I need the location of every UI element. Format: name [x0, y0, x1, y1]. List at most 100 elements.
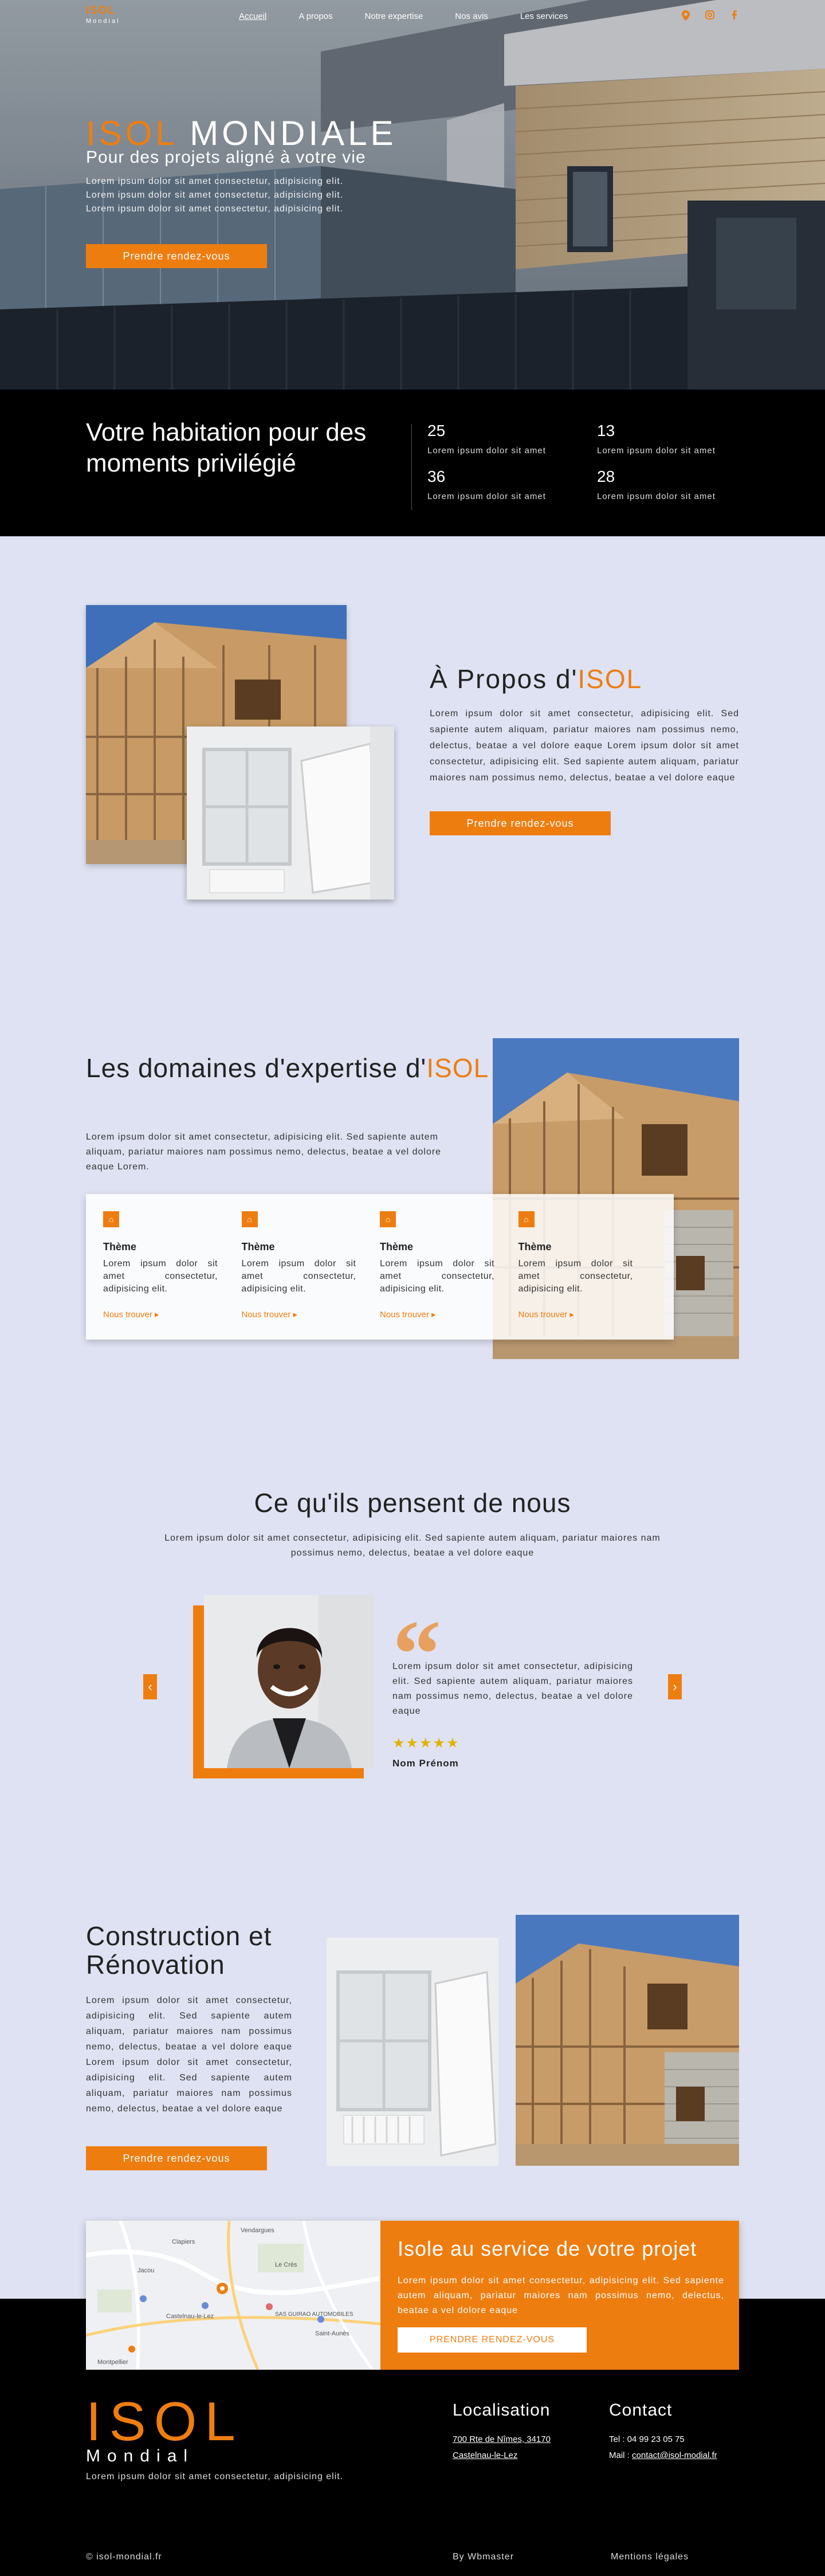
map-label: Vendargues: [241, 2227, 274, 2234]
about-text: Lorem ipsum dolor sit amet consectetur, …: [430, 709, 739, 783]
chevron-right-icon: ▸: [293, 1310, 298, 1320]
about-appointment-button[interactable]: Prendre rendez-vous: [430, 811, 611, 835]
chevron-right-icon: ▸: [569, 1310, 575, 1320]
construction-text: Lorem ipsum dolor sit amet consectetur, …: [86, 1996, 292, 2114]
card-text: Lorem ipsum dolor sit amet consectetur, …: [103, 1259, 218, 1294]
about-interior-photo: [187, 727, 394, 900]
footer-copyright: © isol-mondial.fr: [86, 2552, 162, 2562]
footer-logo-sub: Mondial: [86, 2447, 195, 2465]
expertise-title-prefix: Les domaines d'expertise d': [86, 1053, 427, 1083]
nav-logo[interactable]: ISOL Mondial: [86, 5, 120, 26]
footer-text: Lorem ipsum dolor sit amet consectetur, …: [86, 2472, 344, 2481]
expertise-text: Lorem ipsum dolor sit amet consectetur, …: [86, 1132, 442, 1172]
carousel-prev-button[interactable]: ‹: [143, 1674, 157, 1699]
footer-phone: Tel : 04 99 23 05 75: [609, 2434, 685, 2444]
expertise-title: Les domaines d'expertise d'ISOL: [86, 1052, 498, 1084]
nav-link-accueil[interactable]: Accueil: [239, 11, 266, 21]
stat-label: Lorem ipsum dolor sit amet: [427, 446, 546, 455]
nav-link-avis[interactable]: Nos avis: [455, 11, 488, 21]
footer-address-line2[interactable]: Castelnau-le-Lez: [453, 2448, 517, 2464]
map-label: Montpellier: [97, 2359, 128, 2366]
address-line2-text: Castelnau-le-Lez: [453, 2451, 518, 2460]
stat-number: 13: [597, 422, 615, 439]
about-title: À Propos d'ISOL: [430, 663, 642, 694]
card-title: Thème: [241, 1241, 275, 1252]
card-text: Lorem ipsum dolor sit amet consectetur, …: [380, 1259, 494, 1294]
card-text: Lorem ipsum dolor sit amet consectetur, …: [518, 1259, 633, 1294]
card-title: Thème: [380, 1241, 414, 1252]
stat-item: 28 Lorem ipsum dolor sit amet: [597, 468, 752, 501]
card-text: Lorem ipsum dolor sit amet consectetur, …: [241, 1259, 356, 1294]
expertise-card: ⌂ Thème Lorem ipsum dolor sit amet conse…: [241, 1194, 380, 1340]
nav-link-services[interactable]: Les services: [520, 11, 568, 21]
construction-title: Construction et Rénovation: [86, 1921, 272, 1980]
hero-subtitle: Pour des projets aligné à votre vie: [86, 148, 366, 167]
rating-stars: ★★★★★: [392, 1735, 460, 1751]
card-link-label: Nous trouver: [103, 1310, 152, 1320]
map-label: Clapiers: [172, 2239, 195, 2245]
stat-label: Lorem ipsum dolor sit amet: [427, 492, 546, 501]
map-label: Saint-Aunès: [315, 2330, 349, 2337]
construction-building-photo: [516, 1915, 739, 2166]
expertise-section: Les domaines d'expertise d'ISOL Lorem ip…: [0, 995, 825, 1407]
location-map[interactable]: Vendargues Le Crès Castelnau-le-Lez Clap…: [86, 2221, 380, 2370]
chevron-right-icon: ›: [673, 1679, 677, 1694]
map-label: Castelnau-le-Lez: [166, 2313, 214, 2320]
stats-divider: [411, 424, 412, 510]
card-link[interactable]: Nous trouver ▸: [380, 1309, 518, 1320]
hero-title-accent: ISOL: [86, 114, 177, 152]
card-link[interactable]: Nous trouver ▸: [242, 1309, 380, 1320]
about-title-accent: ISOL: [578, 664, 643, 694]
nav-link-expertise[interactable]: Notre expertise: [365, 11, 423, 21]
footer-mail-label: Mail :: [609, 2451, 632, 2460]
card-title: Thème: [518, 1241, 552, 1252]
navbar: ISOL Mondial Accueil A propos Notre expe…: [0, 0, 825, 34]
footer-legal-link[interactable]: Mentions légales: [611, 2552, 689, 2562]
cta-text: Lorem ipsum dolor sit amet consectetur, …: [398, 2276, 724, 2315]
footer-location-title: Localisation: [453, 2401, 551, 2420]
instagram-icon[interactable]: [705, 10, 715, 21]
testimonials-title: Ce qu'ils pensent de nous: [254, 1488, 571, 1518]
footer-address-line1[interactable]: 700 Rte de Nîmes, 34170: [453, 2432, 551, 2448]
cta-appointment-button[interactable]: PRENDRE RENDEZ-VOUS: [398, 2327, 587, 2353]
expertise-card: ⌂ Thème Lorem ipsum dolor sit amet conse…: [103, 1194, 242, 1340]
stat-label: Lorem ipsum dolor sit amet: [597, 446, 716, 455]
expertise-cards: ⌂ Thème Lorem ipsum dolor sit amet conse…: [86, 1194, 674, 1340]
expertise-card: ⌂ Thème Lorem ipsum dolor sit amet conse…: [380, 1194, 518, 1340]
stat-number: 28: [597, 468, 615, 485]
testimonial-author: Nom Prénom: [392, 1758, 459, 1769]
footer-mail-link[interactable]: contact@isol-modial.fr: [632, 2451, 717, 2460]
home-icon: ⌂: [518, 1211, 535, 1227]
footer-credit[interactable]: By Wbmaster: [453, 2552, 514, 2562]
cta-box: Isole au service de votre projet Lorem i…: [380, 2221, 739, 2370]
hero-section: ISOL Mondial Accueil A propos Notre expe…: [0, 0, 825, 390]
carousel-next-button[interactable]: ›: [668, 1674, 682, 1699]
hero-text: Lorem ipsum dolor sit amet consectetur, …: [86, 176, 344, 214]
footer-contact-title: Contact: [609, 2401, 673, 2420]
home-icon: ⌂: [103, 1211, 119, 1227]
facebook-icon[interactable]: [729, 10, 739, 21]
stat-item: 25 Lorem ipsum dolor sit amet: [427, 422, 582, 455]
construction-interior-photo: [327, 1938, 498, 2166]
nav-link-a-propos[interactable]: A propos: [298, 11, 332, 21]
map-label: Jacou: [138, 2267, 154, 2274]
testimonial-avatar-photo: [204, 1595, 375, 1768]
location-pin-icon[interactable]: [681, 10, 691, 21]
hero-title: ISOL MONDIALE: [86, 113, 397, 153]
testimonials-section: Ce qu'ils pensent de nous Lorem ipsum do…: [0, 1407, 825, 1911]
card-link[interactable]: Nous trouver ▸: [518, 1309, 657, 1320]
nav-links: Accueil A propos Notre expertise Nos avi…: [239, 11, 600, 21]
card-link[interactable]: Nous trouver ▸: [103, 1309, 242, 1320]
hero-appointment-button[interactable]: Prendre rendez-vous: [86, 244, 267, 268]
card-link-label: Nous trouver: [380, 1310, 429, 1320]
stat-label: Lorem ipsum dolor sit amet: [597, 492, 716, 501]
about-title-prefix: À Propos d': [430, 664, 578, 694]
construction-appointment-button[interactable]: Prendre rendez-vous: [86, 2146, 267, 2170]
cta-section: Vendargues Le Crès Castelnau-le-Lez Clap…: [86, 2221, 739, 2370]
map-drawing: Vendargues Le Crès Castelnau-le-Lez Clap…: [86, 2221, 380, 2370]
address-line1-text: 700 Rte de Nîmes, 34170: [453, 2434, 551, 2444]
nav-social-icons: [681, 10, 739, 21]
chevron-right-icon: ▸: [155, 1310, 159, 1320]
card-title: Thème: [103, 1241, 137, 1252]
footer-mail-line: Mail : contact@isol-modial.fr: [609, 2448, 717, 2464]
